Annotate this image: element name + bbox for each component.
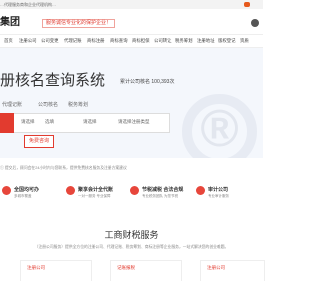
hero-section: ® 册核名查询系统 累计公司核名 100,393次 代理记账 公司核名 税务筹划… <box>0 48 263 158</box>
service-card[interactable]: 记账报税 <box>110 260 182 281</box>
service-title: 工商财税服务 <box>104 230 159 240</box>
city-select[interactable]: 请选择 <box>21 119 35 125</box>
location-icon <box>2 186 11 195</box>
query-button[interactable]: 免费咨询 <box>24 135 54 148</box>
feature-title: 聚享会计全代账 <box>78 187 114 193</box>
hint-text: ① 提交后，顾问会在24小时内与您联系，提供免费核名服务及注册方案建议 <box>0 166 127 170</box>
nav-item-address[interactable]: 注册地址 <box>197 38 215 44</box>
tab-name-check[interactable]: 公司核名 <box>38 101 58 108</box>
nav-item-qualification[interactable]: 资质 <box>240 38 249 44</box>
nav-item-trademark-search[interactable]: 商标查询 <box>110 38 128 44</box>
top-notice-bar: …代理服务商和企业代理机构… <box>0 0 263 9</box>
hero-title: 册核名查询系统 <box>0 72 106 89</box>
accounting-icon <box>66 186 75 195</box>
search-form: 请选择 选填 请选择 请选择注册类型 <box>0 113 170 133</box>
tab-accounting[interactable]: 代理记账 <box>2 101 22 108</box>
service-card[interactable]: 注册公司 <box>20 260 92 281</box>
nav-item-trademark-guarantee[interactable]: 商标担保 <box>132 38 150 44</box>
logo[interactable]: 集团 <box>0 13 20 28</box>
feature-title: 审计公司 <box>208 187 229 193</box>
service-card-label: 注册公司 <box>27 265 45 270</box>
registered-mark-icon: ® <box>182 94 257 158</box>
feature-desc: 专业审计服务 <box>208 194 229 198</box>
nav-item-trademark[interactable]: 商标注册 <box>87 38 105 44</box>
tax-icon <box>130 186 139 195</box>
search-button[interactable] <box>0 113 14 133</box>
tab-tax[interactable]: 税务筹划 <box>68 101 88 108</box>
nav-item-change[interactable]: 公司变更 <box>41 38 59 44</box>
nav-item-copyright[interactable]: 版权登记 <box>218 38 236 44</box>
service-desc: （注册公司服务）提供全方位的注册公司、代理记账、税务筹划、商标注册等企业服务，一… <box>34 245 229 249</box>
service-section: 工商财税服务 （注册公司服务）提供全方位的注册公司、代理记账、税务筹划、商标注册… <box>0 215 265 281</box>
nav-item-tax[interactable]: 税务筹划 <box>175 38 193 44</box>
register-type-select[interactable]: 请选择注册类型 <box>118 119 150 125</box>
feature-desc: 一对一服务 专业保障 <box>78 194 111 198</box>
service-card-label: 记账报税 <box>117 265 135 270</box>
feature-title: 节税减税 合法合规 <box>142 187 184 193</box>
nav-item-accounting[interactable]: 代理记账 <box>64 38 82 44</box>
feature-desc: 专业税务团队 为您节税 <box>142 194 178 198</box>
nav-item-home[interactable]: 首页 <box>4 38 13 44</box>
slogan-badge: 服务诚信专业化的保护企业！ <box>42 19 116 28</box>
top-notice-text: …代理服务商和企业代理机构… <box>0 2 56 7</box>
feature-row: 全国均可办 多城市覆盖 聚享会计全代账 一对一服务 专业保障 节税减税 合法合规… <box>0 179 263 209</box>
feature-desc: 多城市覆盖 <box>14 194 32 198</box>
notice-icon[interactable] <box>244 2 250 7</box>
feature-title: 全国均可办 <box>14 187 40 193</box>
service-card[interactable]: 注册公司 <box>200 260 265 281</box>
header: 集团 服务诚信专业化的保护企业！ <box>0 9 263 35</box>
service-cards: 注册公司 记账报税 注册公司 <box>0 255 265 281</box>
name-field[interactable]: 选填 <box>45 119 54 125</box>
nav-item-transfer[interactable]: 公司转让 <box>154 38 172 44</box>
main-nav: 首页 注册公司 公司变更 代理记账 商标注册 商标查询 商标担保 公司转让 税务… <box>0 35 263 48</box>
hero-count: 累计公司核名 100,393次 <box>120 79 175 85</box>
audit-icon <box>196 186 205 195</box>
type-select[interactable]: 请选择 <box>83 119 97 125</box>
nav-item-register[interactable]: 注册公司 <box>19 38 37 44</box>
service-card-label: 注册公司 <box>207 265 225 270</box>
avatar[interactable] <box>251 19 259 27</box>
